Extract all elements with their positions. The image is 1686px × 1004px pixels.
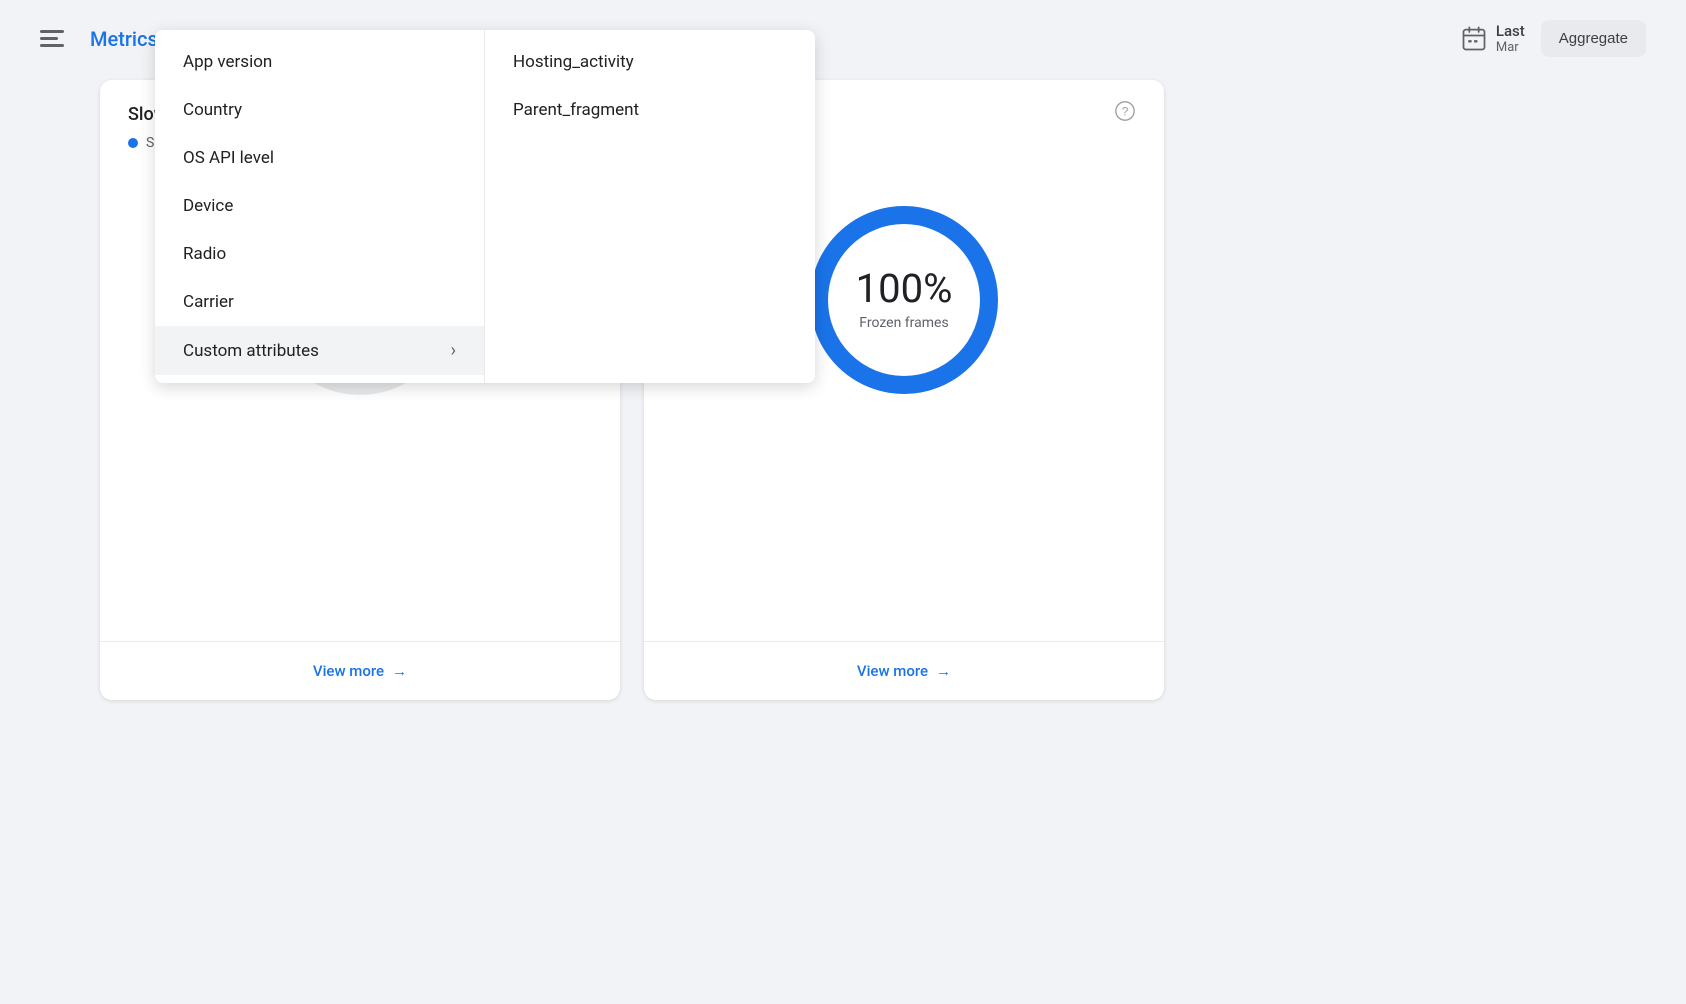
- menu-item-app-version[interactable]: App version: [155, 38, 484, 86]
- menu-item-app-version-label: App version: [183, 52, 272, 72]
- frozen-sublabel: Frozen frames: [856, 315, 953, 331]
- menu-item-carrier[interactable]: Carrier: [155, 278, 484, 326]
- dropdown-menu: App version Country OS API level Device …: [155, 30, 815, 383]
- card2-footer: View more →: [644, 641, 1164, 700]
- menu-item-radio[interactable]: Radio: [155, 230, 484, 278]
- calendar-area[interactable]: Last Mar: [1460, 22, 1525, 55]
- aggregate-button[interactable]: Aggregate: [1541, 20, 1646, 57]
- slow-view-more-link[interactable]: View more →: [313, 662, 407, 680]
- frozen-percent: 100%: [856, 269, 953, 309]
- parent-fragment-label: Parent_fragment: [513, 100, 639, 120]
- menu-item-radio-label: Radio: [183, 244, 226, 264]
- hosting-activity-label: Hosting_activity: [513, 52, 634, 72]
- dropdown-right-panel: Hosting_activity Parent_fragment: [485, 30, 815, 383]
- frozen-view-more-link[interactable]: View more →: [857, 662, 951, 680]
- blue-dot: [128, 138, 138, 148]
- menu-item-parent-fragment[interactable]: Parent_fragment: [485, 86, 815, 134]
- menu-item-hosting-activity[interactable]: Hosting_activity: [485, 38, 815, 86]
- chevron-right-icon: ›: [451, 340, 456, 361]
- question-icon: ?: [1114, 100, 1136, 122]
- slow-arrow-icon: →: [392, 662, 407, 680]
- menu-item-custom-attributes-label: Custom attributes: [183, 341, 319, 361]
- menu-item-custom-attributes[interactable]: Custom attributes ›: [155, 326, 484, 375]
- menu-item-os-api-level-label: OS API level: [183, 148, 274, 168]
- menu-item-country[interactable]: Country: [155, 86, 484, 134]
- menu-item-os-api-level[interactable]: OS API level: [155, 134, 484, 182]
- card1-footer: View more →: [100, 641, 620, 700]
- filter-area: Metrics: [40, 27, 158, 51]
- filter-icon[interactable]: [40, 28, 68, 50]
- svg-text:?: ?: [1122, 105, 1129, 119]
- frozen-arrow-icon: →: [936, 662, 951, 680]
- frozen-view-more-text: View more: [857, 662, 928, 680]
- dropdown-left-panel: App version Country OS API level Device …: [155, 30, 485, 383]
- slow-view-more-text: View more: [313, 662, 384, 680]
- frozen-donut-center: 100% Frozen frames: [856, 269, 953, 331]
- metrics-label: Metrics: [90, 27, 158, 51]
- frozen-donut-container: 100% Frozen frames: [794, 190, 1014, 410]
- menu-item-carrier-label: Carrier: [183, 292, 234, 312]
- menu-item-country-label: Country: [183, 100, 242, 120]
- top-right: Last Mar Aggregate: [1460, 20, 1646, 57]
- menu-item-device[interactable]: Device: [155, 182, 484, 230]
- calendar-text: Last Mar: [1496, 22, 1525, 55]
- menu-item-device-label: Device: [183, 196, 233, 216]
- calendar-icon: [1460, 25, 1488, 53]
